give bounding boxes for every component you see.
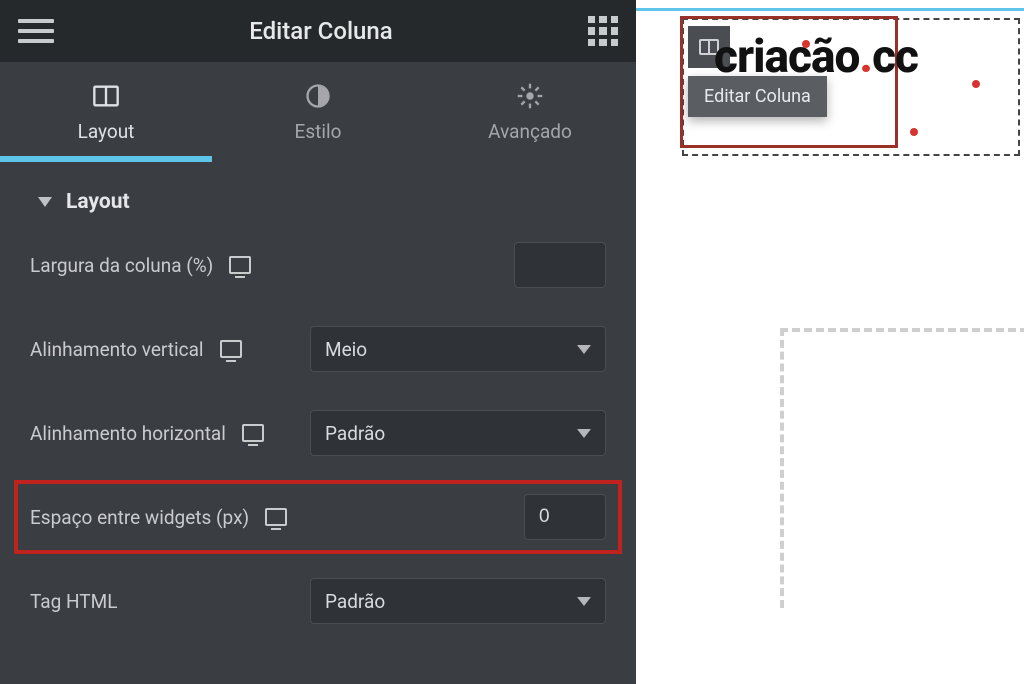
canvas[interactable]: criacão.cc Editar Coluna <box>636 0 1024 684</box>
tab-layout-label: Layout <box>78 120 135 143</box>
control-halign: Alinhamento horizontal Padrão <box>18 400 618 466</box>
widgets-grid-icon[interactable] <box>588 16 618 46</box>
controls: Largura da coluna (%) Alinhamento vertic… <box>0 232 636 658</box>
menu-icon[interactable] <box>18 13 54 49</box>
tab-style-label: Estilo <box>295 120 342 143</box>
html-tag-value: Padrão <box>325 590 385 613</box>
handle-dot <box>802 40 810 48</box>
control-column-width: Largura da coluna (%) <box>18 232 618 298</box>
desktop-icon[interactable] <box>242 424 264 442</box>
handle-dot <box>910 128 918 136</box>
widget-space-label: Espaço entre widgets (px) <box>30 506 249 529</box>
tab-layout[interactable]: Layout <box>0 62 212 162</box>
desktop-icon[interactable] <box>265 508 287 526</box>
panel-title: Editar Coluna <box>249 17 392 45</box>
tab-advanced[interactable]: Avançado <box>424 62 636 162</box>
desktop-icon[interactable] <box>229 256 251 274</box>
halign-select[interactable]: Padrão <box>310 410 606 456</box>
control-html-tag: Tag HTML Padrão <box>18 568 618 634</box>
control-widget-space: Espaço entre widgets (px) <box>18 484 618 550</box>
control-valign: Alinhamento vertical Meio <box>18 316 618 382</box>
gear-icon <box>516 82 544 110</box>
edit-column-tooltip: Editar Coluna <box>688 76 827 117</box>
widget-space-input[interactable] <box>524 494 606 540</box>
section-title: Layout <box>66 190 130 214</box>
halign-label: Alinhamento horizontal <box>30 422 226 445</box>
columns-icon <box>92 82 120 110</box>
chevron-down-icon <box>577 345 591 354</box>
halign-value: Padrão <box>325 422 385 445</box>
editor-panel: Editar Coluna Layout Estilo Avançado Lay… <box>0 0 636 684</box>
panel-header: Editar Coluna <box>0 0 636 62</box>
valign-value: Meio <box>325 338 367 361</box>
caret-down-icon <box>38 197 52 207</box>
valign-select[interactable]: Meio <box>310 326 606 372</box>
empty-drop-zone[interactable] <box>780 328 1024 608</box>
section-toggle-layout[interactable]: Layout <box>0 162 636 232</box>
tab-style[interactable]: Estilo <box>212 62 424 162</box>
contrast-icon <box>304 82 332 110</box>
html-tag-label: Tag HTML <box>30 590 117 613</box>
chevron-down-icon <box>577 429 591 438</box>
column-width-input[interactable] <box>514 242 606 288</box>
chevron-down-icon <box>577 597 591 606</box>
tab-advanced-label: Avançado <box>488 120 572 143</box>
column-width-label: Largura da coluna (%) <box>30 254 213 277</box>
valign-label: Alinhamento vertical <box>30 338 204 361</box>
html-tag-select[interactable]: Padrão <box>310 578 606 624</box>
tabs: Layout Estilo Avançado <box>0 62 636 162</box>
desktop-icon[interactable] <box>220 340 242 358</box>
handle-dot <box>972 80 980 88</box>
